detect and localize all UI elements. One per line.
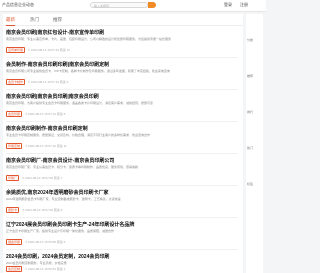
divider (6, 121, 238, 122)
article-title[interactable]: 辽宁2024展会员印刷会员印刷卡生产-24年印刷设计名品牌 (6, 221, 134, 228)
divider (6, 217, 238, 218)
article-time: 2024-08-14 15:57:10 (28, 144, 56, 148)
divider (6, 185, 238, 186)
article-summary: 南京会员印刷，为客户提供专业会员卡印刷服务，涵盖各类卡片印刷设计，满足客户需求，… (6, 101, 154, 105)
article-tag[interactable]: 印刷定制 (6, 143, 23, 149)
article-time: 2024-08-14 15:57:14 (28, 112, 56, 116)
article-summary: 南京会员印刷：专业从事宣传单、卡片、画册、包装印刷设计，公司以精致的设计和优质印… (6, 37, 172, 41)
article-title[interactable]: 南京会员印刷|南京红包设计-南京宣传单印刷 (6, 29, 104, 36)
article-meta: 展会印刷 ⏱ 2024-08-14 15:56:58 阅读 5 (6, 239, 65, 245)
article-tag[interactable]: 宣传单印刷 (6, 47, 26, 53)
article-title[interactable]: 余姚质优,南京2024年透明磨砂会员印刷卡厂家 (6, 189, 109, 196)
category-link[interactable]: 企业动态 (18, 2, 34, 8)
tab-bar: 最新 热门 推荐 (3, 14, 243, 26)
list-item[interactable]: 辽宁2024展会员印刷会员印刷卡生产-24年印刷设计名品牌 辽宁会员卡印刷生产厂… (6, 221, 238, 247)
article-tag[interactable]: 会员定制 (6, 266, 23, 272)
article-title[interactable]: 会员制作-南京会员印刷印刷|南京会员印刷定制 (6, 61, 109, 68)
clock-icon: ⏱ (24, 112, 28, 116)
article-time: 2024-08-14 15:57:06 (25, 176, 53, 180)
search-button[interactable] (148, 2, 156, 8)
divider (6, 153, 238, 154)
article-summary: 南京会员印刷公司专业提供会员卡、VIP卡定制，各种卡片制作及印刷服务，通过多年发… (6, 69, 170, 73)
register-link[interactable]: 注册 (240, 2, 248, 8)
article-time: 2024-08-14 15:56:58 (28, 240, 56, 244)
clock-icon: ⏱ (21, 208, 25, 212)
article-views: 阅读 5 (56, 240, 66, 244)
article-time: 2024-08-14 15:57:02 (25, 208, 53, 212)
sidebar-item[interactable]: 推荐 (247, 74, 262, 78)
sidebar-item[interactable]: 排行 (247, 110, 262, 114)
article-views: 阅读 9 (59, 80, 69, 84)
list-item[interactable]: 南京会员印刷|南京红包设计-南京宣传单印刷 南京会员印刷：专业从事宣传单、卡片、… (6, 29, 238, 55)
article-views: 阅读 6 (53, 208, 63, 212)
article-meta: 磨砂卡 ⏱ 2024-08-14 15:57:02 阅读 6 (6, 207, 62, 213)
article-title[interactable]: 南京会员印刷厂-南京会员设计-南京会员印刷公司 (6, 157, 114, 164)
tab-hot[interactable]: 热门 (30, 17, 39, 23)
article-views: 阅读 12 (59, 48, 70, 52)
sidebar-item[interactable]: 标签 (247, 182, 262, 186)
article-summary: 2024年透明磨砂会员卡印刷厂家，专业定制各类磨砂卡、透明卡，工艺精湛，交货快速 (6, 197, 121, 201)
tab-recommended[interactable]: 推荐 (53, 17, 62, 23)
article-summary: 南京会员印刷厂家，专业从事会员卡、积分卡、贵宾卡等印刷制作，品质优良，服务周到，… (6, 165, 139, 169)
sidebar-item[interactable]: 分类 (247, 38, 262, 42)
divider (6, 57, 238, 58)
article-title[interactable]: 南京会员印刷制作-南京会员印刷定制 (6, 125, 88, 132)
clock-icon: ⏱ (21, 176, 25, 180)
article-views: 阅读 11 (56, 144, 67, 148)
article-summary: 辽宁会员卡印刷生产厂家，提供专业设计与印刷一体化服务，品质保障，诚邀合作 (6, 229, 115, 233)
top-navigation-bar: 产品信息 企业动态 输入关键词 登录 注册 (0, 0, 266, 12)
list-item[interactable]: 南京会员印刷|南京会员印刷|南京会员印刷 南京会员印刷，为客户提供专业会员卡印刷… (6, 93, 238, 119)
list-item[interactable]: 余姚质优,南京2024年透明磨砂会员印刷卡厂家 2024年透明磨砂会员卡印刷厂家… (6, 189, 238, 215)
list-item[interactable]: 南京会员印刷制作-南京会员印刷定制 专业会员卡印刷定制服务，质量保证，交货及时，… (6, 125, 238, 151)
article-summary: 2024会员印刷定制服务，专业高效，价格实惠 (6, 261, 67, 265)
tab-latest[interactable]: 最新 (6, 17, 15, 26)
brand-link[interactable]: 产品信息 (2, 2, 18, 8)
article-time: 2024-08-14 15:56:54 (28, 267, 56, 271)
article-title[interactable]: 2024会员印刷，2024会员定制，2024会员印刷 (6, 253, 109, 260)
sidebar-item[interactable]: 热门 (247, 146, 262, 150)
clock-icon: ⏱ (24, 144, 28, 148)
list-item[interactable]: 会员制作-南京会员印刷印刷|南京会员印刷定制 南京会员印刷公司专业提供会员卡、V… (6, 61, 238, 87)
article-views: 阅读 4 (56, 267, 66, 271)
article-summary: 专业会员卡印刷定制服务，质量保证，交货及时，价格合理，满足不同行业客户的多样化需… (6, 133, 151, 137)
login-link[interactable]: 登录 (224, 2, 232, 8)
article-title[interactable]: 南京会员印刷|南京会员印刷|南京会员印刷 (6, 93, 99, 100)
right-sidebar: 分类 推荐 排行 热门 标签 (246, 14, 263, 273)
article-views: 阅读 8 (56, 112, 66, 116)
article-meta: 印刷定制 ⏱ 2024-08-14 15:57:10 阅读 11 (6, 143, 67, 149)
article-list-panel: 最新 热门 推荐 南京会员印刷|南京红包设计-南京宣传单印刷 南京会员印刷：专业… (3, 14, 243, 273)
divider (6, 249, 238, 250)
article-meta: 会员定制 ⏱ 2024-08-14 15:56:54 阅读 4 (6, 266, 65, 272)
article-meta: 印刷厂 ⏱ 2024-08-14 15:57:06 阅读 7 (6, 175, 62, 181)
article-tag[interactable]: 会员卡制作 (6, 79, 26, 85)
article-time: 2024-08-14 15:57:19 (31, 80, 59, 84)
article-tag[interactable]: 展会印刷 (6, 239, 23, 245)
divider (6, 89, 238, 90)
article-views: 阅读 7 (53, 176, 63, 180)
clock-icon: ⏱ (27, 80, 31, 84)
clock-icon: ⏱ (24, 240, 28, 244)
article-tag[interactable]: 磨砂卡 (6, 207, 20, 213)
clock-icon: ⏱ (24, 267, 28, 271)
list-item[interactable]: 2024会员印刷，2024会员定制，2024会员印刷 2024会员印刷定制服务，… (6, 253, 238, 273)
article-meta: 会员印刷 ⏱ 2024-08-14 15:57:14 阅读 8 (6, 111, 65, 117)
article-time: 2024-08-14 15:57:23 (31, 48, 59, 52)
article-meta: 会员卡制作 ⏱ 2024-08-14 15:57:19 阅读 9 (6, 79, 68, 85)
article-tag[interactable]: 印刷厂 (6, 175, 20, 181)
article-tag[interactable]: 会员印刷 (6, 111, 23, 117)
clock-icon: ⏱ (27, 48, 31, 52)
search-input[interactable]: 输入关键词 (90, 2, 148, 8)
article-meta: 宣传单印刷 ⏱ 2024-08-14 15:57:23 阅读 12 (6, 47, 70, 53)
list-item[interactable]: 南京会员印刷厂-南京会员设计-南京会员印刷公司 南京会员印刷厂家，专业从事会员卡… (6, 157, 238, 183)
